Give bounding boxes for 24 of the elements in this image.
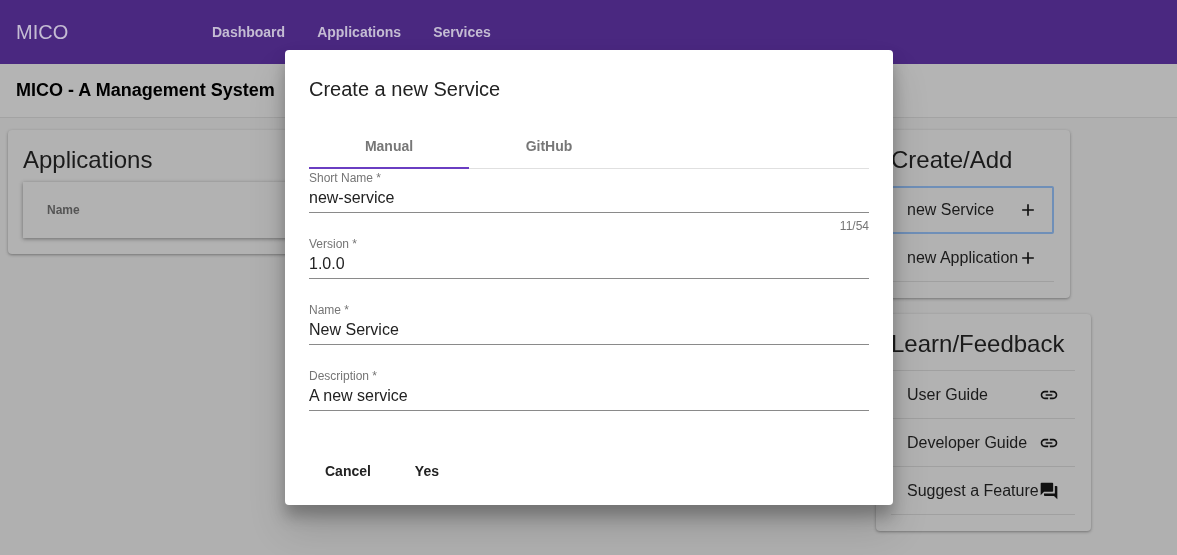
nav-link[interactable]: Dashboard (212, 24, 286, 40)
card-title: Applications (23, 146, 153, 174)
dialog-button[interactable]: Yes (394, 455, 459, 487)
card-title: Create/Add (891, 146, 1013, 174)
nav-link[interactable]: Services (433, 24, 491, 40)
app-logo-text: MICO (16, 20, 70, 44)
field-label: Description * (309, 369, 379, 383)
field-label: Name * (309, 303, 350, 317)
field-label: Short Name * (309, 171, 383, 185)
page-title: MICO - A Management System (16, 80, 275, 101)
text-field[interactable]: 1.0.0 (309, 255, 869, 273)
tab[interactable]: Manual (309, 125, 469, 169)
column-header: Name (47, 203, 80, 217)
dialog-button[interactable]: Cancel (309, 455, 387, 487)
field-label: Version * (309, 237, 359, 251)
character-counter: 11/54 (839, 219, 869, 235)
dialog-title: Create a new Service (309, 78, 501, 101)
text-field[interactable]: new-service (309, 189, 869, 207)
chat-icon (1038, 480, 1059, 501)
tab[interactable]: GitHub (469, 125, 629, 169)
text-field[interactable]: A new service (309, 387, 869, 405)
nav-link[interactable]: Applications (317, 24, 402, 40)
card-title: Learn/Feedback (891, 330, 1065, 358)
text-field[interactable]: New Service (309, 321, 869, 339)
